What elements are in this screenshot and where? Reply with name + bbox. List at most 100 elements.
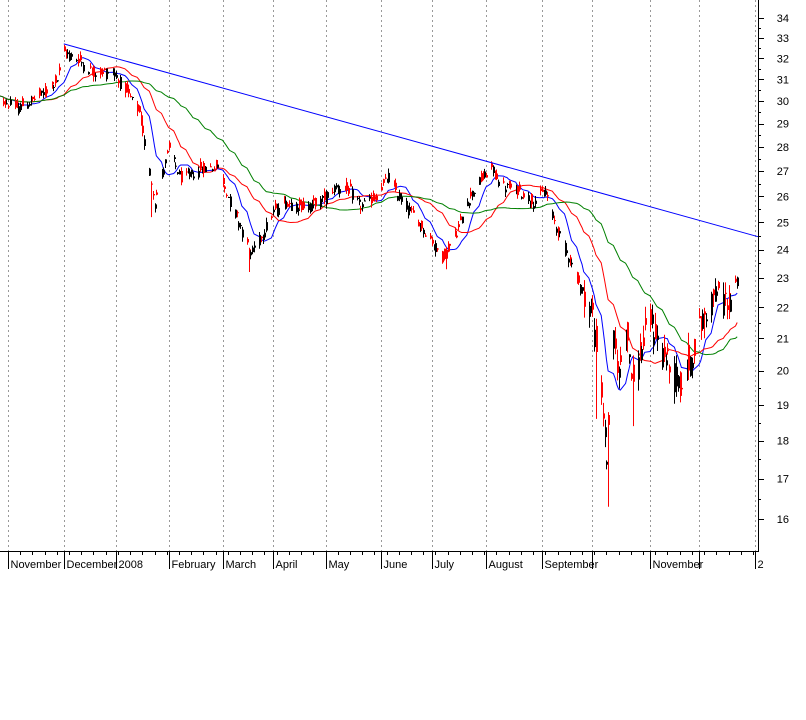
- candle-body: [521, 197, 523, 199]
- candle-body: [594, 329, 596, 348]
- candle-body: [22, 98, 24, 107]
- candle-body: [496, 173, 498, 179]
- candle-body: [364, 200, 366, 202]
- candle-body: [421, 220, 423, 229]
- candle-body: [228, 197, 230, 198]
- candle-body: [432, 239, 434, 244]
- x-tick-label: March: [226, 559, 257, 571]
- candle-body: [369, 196, 371, 199]
- candle-body: [613, 330, 615, 349]
- candle-body: [657, 335, 659, 340]
- candle-body: [128, 88, 130, 94]
- candle-body: [578, 275, 580, 283]
- candle-body: [261, 236, 263, 239]
- candle-body: [462, 216, 464, 224]
- candle-body: [132, 97, 134, 98]
- candle-body: [699, 316, 701, 319]
- candle: [310, 202, 312, 214]
- candle-body: [554, 220, 556, 222]
- x-tick-label: July: [435, 559, 455, 571]
- candle-body: [690, 357, 692, 376]
- candle-body: [727, 305, 729, 310]
- candle-body: [655, 324, 657, 339]
- candle-body: [458, 224, 460, 228]
- candle-body: [444, 248, 446, 259]
- candle-body: [137, 104, 139, 112]
- candle-body: [29, 104, 31, 106]
- candle-body: [531, 194, 533, 205]
- candle-body: [181, 171, 183, 183]
- candle-body: [716, 291, 718, 296]
- candle-body: [303, 201, 305, 209]
- candle-body: [189, 171, 191, 177]
- candle-body: [271, 216, 273, 218]
- candle-body: [357, 197, 359, 199]
- candle-body: [177, 172, 179, 174]
- candle-body: [493, 166, 495, 173]
- candle: [327, 191, 329, 199]
- candle-body: [542, 189, 544, 192]
- candle-body: [240, 225, 242, 227]
- candle-body: [69, 53, 71, 61]
- x-tick-label: September: [545, 559, 599, 571]
- candle-body: [107, 71, 109, 74]
- candle-body: [456, 235, 458, 238]
- y-tick-label: 18: [777, 436, 789, 448]
- candle-body: [193, 176, 195, 179]
- candle-body: [460, 216, 462, 221]
- candle-body: [278, 207, 280, 215]
- candle-body: [418, 222, 420, 227]
- candle-body: [336, 185, 338, 188]
- candle-body: [118, 80, 120, 84]
- candle-body: [643, 337, 645, 347]
- candle-body: [397, 196, 399, 201]
- candle: [120, 75, 122, 91]
- candle-body: [580, 284, 582, 294]
- candle-body: [559, 231, 561, 234]
- candle-body: [608, 415, 610, 425]
- candle-body: [235, 209, 237, 218]
- candle-body: [666, 360, 668, 366]
- y-tick-label: 25: [777, 217, 789, 229]
- candle-body: [620, 355, 622, 362]
- candle: [149, 167, 151, 176]
- stock-chart: 16 17 18 19 20 21 22 23 24 25 26 27 28 29 30 31 32 33 34 No…: [0, 0, 806, 720]
- candle: [479, 176, 481, 185]
- candle-body: [472, 190, 474, 197]
- candle-body: [676, 366, 678, 387]
- candle-body: [200, 161, 202, 169]
- candle-body: [631, 373, 633, 379]
- candle-body: [568, 258, 570, 263]
- candle-body: [301, 201, 303, 211]
- candle-body: [100, 68, 102, 75]
- y-tick-label: 19: [777, 400, 789, 412]
- candle-body: [259, 234, 261, 246]
- candle-body: [596, 325, 598, 352]
- candle-body: [327, 192, 329, 198]
- candle-body: [287, 203, 289, 207]
- x-tick-label: April: [276, 559, 298, 571]
- y-tick-label: 30: [777, 96, 789, 108]
- candle-body: [662, 348, 664, 368]
- candle-body: [678, 376, 680, 389]
- x-tick-label: November: [11, 559, 62, 571]
- candle-body: [8, 106, 10, 108]
- y-tick-label: 22: [777, 302, 789, 314]
- candle-body: [507, 184, 509, 185]
- candle-body: [254, 245, 256, 248]
- candle-body: [59, 67, 61, 71]
- candle-body: [694, 339, 696, 356]
- candle-body: [589, 305, 591, 317]
- candle-body: [629, 354, 631, 358]
- candle-body: [669, 366, 671, 373]
- candle-body: [169, 142, 171, 148]
- candle-body: [706, 319, 708, 322]
- candle-body: [320, 198, 322, 208]
- candle-body: [533, 206, 535, 209]
- candle-body: [633, 364, 635, 382]
- candle-body: [322, 196, 324, 198]
- candle-body: [3, 101, 5, 105]
- candle-body: [10, 99, 12, 105]
- y-tick-label: 29: [777, 119, 789, 131]
- candle-body: [163, 170, 165, 175]
